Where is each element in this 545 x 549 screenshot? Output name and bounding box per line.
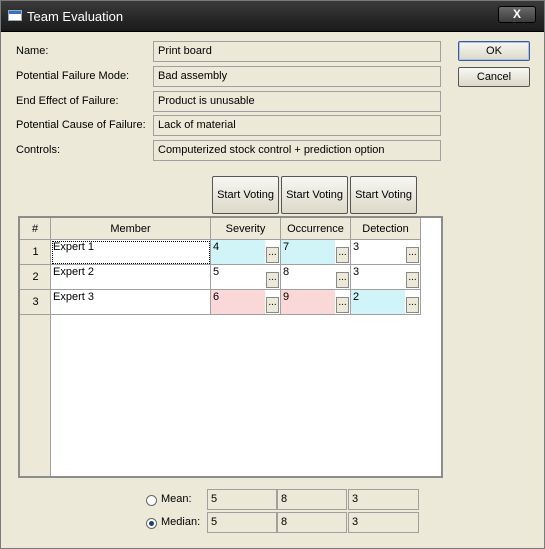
severity-cell[interactable]: 4 ... — [211, 240, 281, 265]
end-effect-field: Product is unusable — [153, 91, 441, 112]
evaluation-grid[interactable]: # Member Severity Occurrence Detection 1… — [18, 216, 443, 478]
ok-button[interactable]: OK — [458, 41, 530, 61]
row-number[interactable]: 2 — [20, 265, 51, 290]
member-cell[interactable]: Expert 1 — [51, 240, 211, 265]
detection-cell[interactable]: 3 ... — [351, 265, 421, 290]
team-evaluation-dialog: Team Evaluation X Name: Print board Pote… — [0, 0, 545, 549]
severity-value[interactable]: 5 — [211, 265, 265, 289]
header-detection[interactable]: Detection — [351, 218, 421, 240]
median-severity: 5 — [207, 512, 277, 533]
occurrence-value[interactable]: 8 — [281, 265, 335, 289]
row-number[interactable]: 1 — [20, 240, 51, 265]
mean-label[interactable]: Mean: — [161, 493, 192, 505]
header-severity[interactable]: Severity — [211, 218, 281, 240]
occurrence-start-voting-button[interactable]: Start Voting — [281, 176, 348, 214]
occurrence-ellipsis-button[interactable]: ... — [336, 247, 349, 263]
window-icon — [8, 10, 22, 21]
detection-value[interactable]: 3 — [351, 265, 405, 289]
median-occurrence: 8 — [277, 512, 347, 533]
detection-cell[interactable]: 2 ... — [351, 290, 421, 315]
header-number: # — [20, 218, 51, 240]
end-effect-label: End Effect of Failure: — [16, 95, 119, 107]
detection-ellipsis-button[interactable]: ... — [406, 247, 419, 263]
severity-ellipsis-button[interactable]: ... — [266, 272, 279, 288]
occurrence-cell[interactable]: 8 ... — [281, 265, 351, 290]
occurrence-value[interactable]: 7 — [281, 240, 335, 264]
median-detection: 3 — [348, 512, 419, 533]
occurrence-cell[interactable]: 7 ... — [281, 240, 351, 265]
median-label[interactable]: Median: — [161, 516, 200, 528]
close-button[interactable]: X — [498, 6, 536, 23]
severity-start-voting-button[interactable]: Start Voting — [212, 176, 279, 214]
controls-field: Computerized stock control + prediction … — [153, 140, 441, 161]
row-header-column: 1 2 3 — [20, 240, 51, 476]
detection-value[interactable]: 2 — [351, 290, 405, 314]
header-member[interactable]: Member — [51, 218, 211, 240]
mean-severity: 5 — [207, 489, 277, 510]
title-bar[interactable]: Team Evaluation X — [1, 1, 544, 32]
severity-cell[interactable]: 5 ... — [211, 265, 281, 290]
occurrence-value[interactable]: 9 — [281, 290, 335, 314]
severity-ellipsis-button[interactable]: ... — [266, 247, 279, 263]
window-title: Team Evaluation — [27, 9, 124, 24]
severity-value[interactable]: 6 — [211, 290, 265, 314]
detection-cell[interactable]: 3 ... — [351, 240, 421, 265]
detection-ellipsis-button[interactable]: ... — [406, 272, 419, 288]
header-occurrence[interactable]: Occurrence — [281, 218, 351, 240]
row-number[interactable]: 3 — [20, 290, 51, 315]
occurrence-cell[interactable]: 9 ... — [281, 290, 351, 315]
name-field: Print board — [153, 41, 441, 62]
dialog-body: Name: Print board Potential Failure Mode… — [1, 32, 544, 548]
severity-cell[interactable]: 6 ... — [211, 290, 281, 315]
failure-cause-label: Potential Cause of Failure: — [16, 119, 146, 131]
occurrence-ellipsis-button[interactable]: ... — [336, 272, 349, 288]
mean-detection: 3 — [348, 489, 419, 510]
mean-radio[interactable] — [146, 495, 157, 506]
failure-cause-field: Lack of material — [153, 115, 441, 136]
controls-label: Controls: — [16, 144, 61, 156]
severity-value[interactable]: 4 — [211, 240, 265, 264]
failure-mode-label: Potential Failure Mode: — [16, 70, 130, 82]
occurrence-ellipsis-button[interactable]: ... — [336, 297, 349, 313]
mean-occurrence: 8 — [277, 489, 347, 510]
severity-ellipsis-button[interactable]: ... — [266, 297, 279, 313]
detection-start-voting-button[interactable]: Start Voting — [350, 176, 417, 214]
median-radio[interactable] — [146, 518, 157, 529]
failure-mode-field: Bad assembly — [153, 66, 441, 87]
name-label: Name: — [16, 45, 49, 57]
detection-value[interactable]: 3 — [351, 240, 405, 264]
detection-ellipsis-button[interactable]: ... — [406, 297, 419, 313]
member-cell[interactable]: Expert 2 — [51, 265, 211, 290]
member-cell[interactable]: Expert 3 — [51, 290, 211, 315]
cancel-button[interactable]: Cancel — [458, 67, 530, 87]
